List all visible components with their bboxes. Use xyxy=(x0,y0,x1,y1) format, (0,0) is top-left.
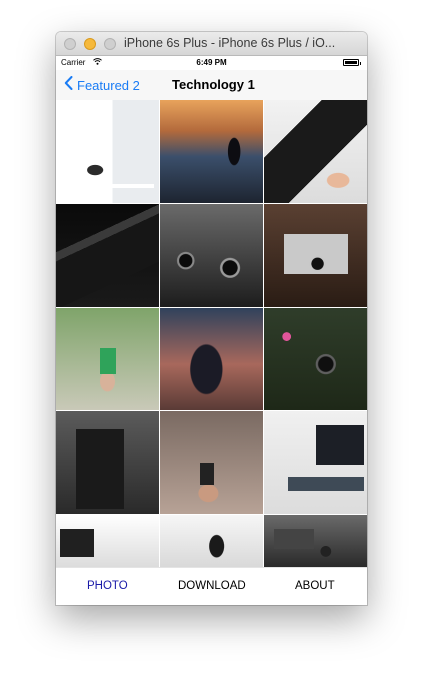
navigation-bar: Featured 2 Technology 1 xyxy=(56,70,367,100)
photo-grid[interactable] xyxy=(56,100,367,567)
status-bar: Carrier 6:49 PM xyxy=(56,56,367,70)
photo-vintage-cameras[interactable] xyxy=(160,204,263,307)
photo-sunset-photographer[interactable] xyxy=(160,100,263,203)
window-title: iPhone 6s Plus - iPhone 6s Plus / iO... xyxy=(124,36,336,50)
photo-hand-phone-closeup[interactable] xyxy=(160,411,263,514)
photo-car-smartwatch[interactable] xyxy=(264,515,367,567)
photo-desk-imac[interactable] xyxy=(56,100,159,203)
status-time: 6:49 PM xyxy=(196,58,227,67)
photo-hand-camera[interactable] xyxy=(264,100,367,203)
photo-phone-street[interactable] xyxy=(56,308,159,410)
window-titlebar[interactable]: iPhone 6s Plus - iPhone 6s Plus / iO... xyxy=(56,32,367,56)
photo-dark-laptop[interactable] xyxy=(56,204,159,307)
back-button[interactable]: Featured 2 xyxy=(64,75,140,95)
tab-about[interactable]: ABOUT xyxy=(295,580,335,592)
photo-dark-pc-tower[interactable] xyxy=(56,411,159,514)
zoom-window-button[interactable] xyxy=(104,38,116,50)
photo-tv-room[interactable] xyxy=(264,411,367,514)
tab-photo[interactable]: PHOTO xyxy=(87,580,128,592)
nav-title: Technology 1 xyxy=(172,77,255,92)
battery-icon xyxy=(343,59,361,66)
photo-office-monitor[interactable] xyxy=(56,515,159,567)
simulator-window: iPhone 6s Plus - iPhone 6s Plus / iO... … xyxy=(56,32,367,605)
photo-camera-lens-flowers[interactable] xyxy=(264,308,367,410)
close-window-button[interactable] xyxy=(64,38,76,50)
photo-headphones[interactable] xyxy=(160,515,263,567)
back-label: Featured 2 xyxy=(77,77,140,93)
chevron-left-icon xyxy=(64,75,73,95)
tab-download[interactable]: DOWNLOAD xyxy=(178,580,246,592)
photo-night-phone[interactable] xyxy=(160,308,263,410)
photo-retro-camera[interactable] xyxy=(264,204,367,307)
minimize-window-button[interactable] xyxy=(84,38,96,50)
tab-bar: PHOTO DOWNLOAD ABOUT xyxy=(56,567,367,605)
